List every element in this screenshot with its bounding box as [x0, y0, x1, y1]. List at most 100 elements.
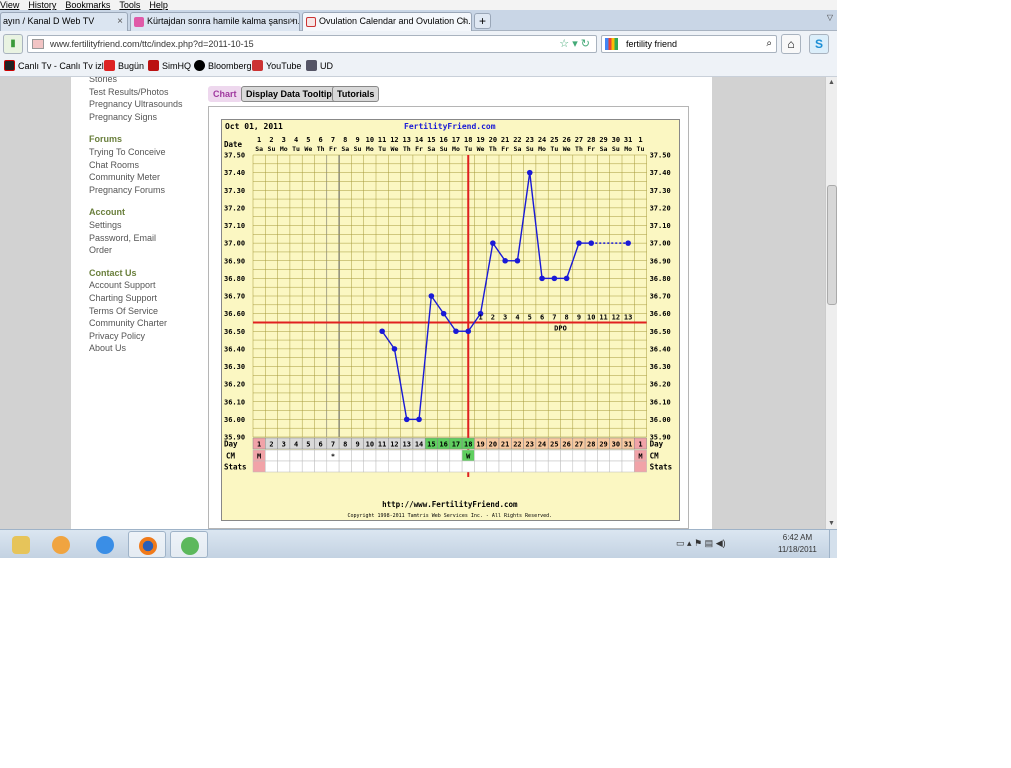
date-label: 1	[257, 136, 261, 144]
bookmark-canli-tv[interactable]: Canlı Tv - Canlı Tv izle	[4, 56, 109, 77]
cm-cell	[621, 449, 635, 462]
weekday-label: Fr	[587, 145, 595, 153]
cycle-day-label: 25	[550, 441, 558, 449]
bookmark-youtube[interactable]: YouTube	[252, 56, 301, 77]
bookmark-bugun[interactable]: Bugün	[104, 56, 144, 77]
stats-cell	[560, 460, 574, 473]
sidebar-link-community-meter[interactable]: Community Meter	[89, 171, 209, 184]
sidebar-link-order[interactable]: Order	[89, 244, 209, 257]
stats-cell	[252, 460, 266, 473]
temperature-point	[576, 240, 582, 246]
sidebar-link-test-results[interactable]: Test Results/Photos	[89, 86, 209, 99]
sidebar-link-community-charter[interactable]: Community Charter	[89, 317, 209, 330]
chart-copyright: Copyright 1998-2011 Tamtris Web Services…	[347, 513, 552, 519]
scroll-down-icon[interactable]: ▼	[828, 520, 835, 527]
bookmark-simhq[interactable]: SimHQ	[148, 56, 191, 77]
menu-help[interactable]: Help	[149, 0, 168, 10]
sidebar-link-terms[interactable]: Terms Of Service	[89, 305, 209, 318]
sidebar-link-chat-rooms[interactable]: Chat Rooms	[89, 159, 209, 172]
magnifier-icon[interactable]: ⌕	[766, 36, 772, 52]
reload-icon[interactable]: ☆ ▾ ↻	[559, 36, 590, 52]
temperature-point	[440, 310, 447, 317]
stats-cell	[326, 460, 340, 473]
new-tab-button[interactable]: +	[474, 13, 491, 29]
date-label: 21	[501, 136, 509, 144]
sidebar-link-charting-support[interactable]: Charting Support	[89, 292, 209, 305]
search-input[interactable]: fertility friend ⌕	[601, 35, 777, 53]
tab-list-chevron-icon[interactable]: ▽	[827, 13, 833, 22]
stats-cell	[314, 460, 328, 473]
sidebar-link-about[interactable]: About Us	[89, 342, 209, 355]
sidebar-link-ultrasounds[interactable]: Pregnancy Ultrasounds	[89, 98, 209, 111]
signal-icon[interactable]: ▮	[3, 34, 23, 54]
taskbar-media-player[interactable]	[42, 531, 80, 558]
sidebar-link-password[interactable]: Password, Email	[89, 232, 209, 245]
sidebar-link-stories[interactable]: Stories	[89, 77, 209, 86]
home-icon[interactable]: ⌂	[781, 34, 801, 54]
menu-bookmarks[interactable]: Bookmarks	[65, 0, 110, 10]
temperature-point	[514, 257, 521, 264]
taskbar-internet-explorer[interactable]	[86, 531, 124, 558]
tab-display-data-tooltip[interactable]: Display Data Tooltip	[241, 86, 337, 102]
keyboard-icon[interactable]: ▭	[676, 538, 685, 548]
sidebar-link-pregnancy-signs[interactable]: Pregnancy Signs	[89, 111, 209, 124]
close-icon[interactable]: ×	[289, 13, 295, 30]
cm-cell	[289, 449, 303, 462]
bookmark-bloomberg[interactable]: Bloomberg	[194, 56, 252, 77]
cm-cell	[388, 449, 401, 462]
url-bar[interactable]: www.fertilityfriend.com/ttc/index.php?d=…	[27, 35, 597, 53]
sidebar-link-ttc[interactable]: Trying To Conceive	[89, 146, 209, 159]
ytick-left: 36.70	[224, 293, 245, 301]
cm-cell	[597, 449, 610, 462]
taskbar-explorer[interactable]	[2, 531, 40, 558]
stats-cell	[511, 460, 524, 473]
vertical-scrollbar[interactable]: ▲ ▼	[825, 77, 837, 529]
tab-tutorials[interactable]: Tutorials	[332, 86, 380, 102]
sidebar-link-account-support[interactable]: Account Support	[89, 279, 209, 292]
cm-cell	[277, 449, 291, 462]
show-desktop-button[interactable]	[829, 530, 837, 558]
news-icon	[104, 60, 115, 71]
scrollbar-thumb[interactable]	[827, 185, 837, 305]
scroll-up-icon[interactable]: ▲	[828, 79, 835, 86]
stats-cell	[609, 460, 623, 473]
clock[interactable]: 6:42 AM 11/18/2011	[778, 532, 817, 556]
sidebar-link-settings[interactable]: Settings	[89, 219, 209, 232]
folder-icon	[12, 536, 30, 554]
network-icon[interactable]: ▤	[705, 538, 714, 548]
tab-kanald[interactable]: ayın / Kanal D Web TV ×	[0, 12, 128, 31]
ud-icon	[306, 60, 317, 71]
taskbar-messenger[interactable]	[170, 531, 208, 558]
tab-ovulation[interactable]: Ovulation Calendar and Ovulation Ch... ×	[302, 12, 472, 32]
show-hidden-icon[interactable]: ▴	[687, 538, 692, 548]
flag-icon[interactable]: ⚑	[694, 538, 702, 548]
sidebar-link-privacy[interactable]: Privacy Policy	[89, 330, 209, 343]
stats-cell	[412, 460, 426, 473]
cycle-day-label: 31	[624, 441, 632, 449]
close-icon[interactable]: ×	[117, 13, 123, 30]
skype-icon[interactable]: S	[809, 34, 829, 54]
menu-history[interactable]: History	[28, 0, 56, 10]
tab-kurtaj[interactable]: Kürtajdan sonra hamile kalma şansı n... …	[130, 12, 300, 31]
taskbar-firefox[interactable]	[128, 531, 166, 558]
cm-cell	[363, 449, 377, 462]
clock-date: 11/18/2011	[778, 545, 817, 554]
tab-chart[interactable]: Chart	[208, 86, 242, 102]
sidebar-link-pregnancy-forums[interactable]: Pregnancy Forums	[89, 184, 209, 197]
stats-cell	[289, 460, 303, 473]
volume-icon[interactable]: ◀)	[716, 538, 726, 548]
date-label: 22	[513, 136, 521, 144]
cm-cell	[424, 449, 438, 462]
stats-cell	[486, 460, 500, 473]
temperature-point	[379, 328, 385, 335]
temperature-point	[625, 240, 631, 246]
cycle-day-label: 9	[355, 441, 359, 449]
cycle-day-label: 20	[489, 441, 497, 449]
menu-tools[interactable]: Tools	[119, 0, 140, 10]
bookmark-ud[interactable]: UD	[306, 56, 333, 77]
menu-view[interactable]: View	[0, 0, 19, 10]
ytick-right: 36.70	[650, 293, 671, 301]
ytick-right: 36.40	[650, 345, 671, 353]
close-icon[interactable]: ×	[461, 13, 467, 30]
ytick-right: 37.20	[650, 204, 671, 212]
